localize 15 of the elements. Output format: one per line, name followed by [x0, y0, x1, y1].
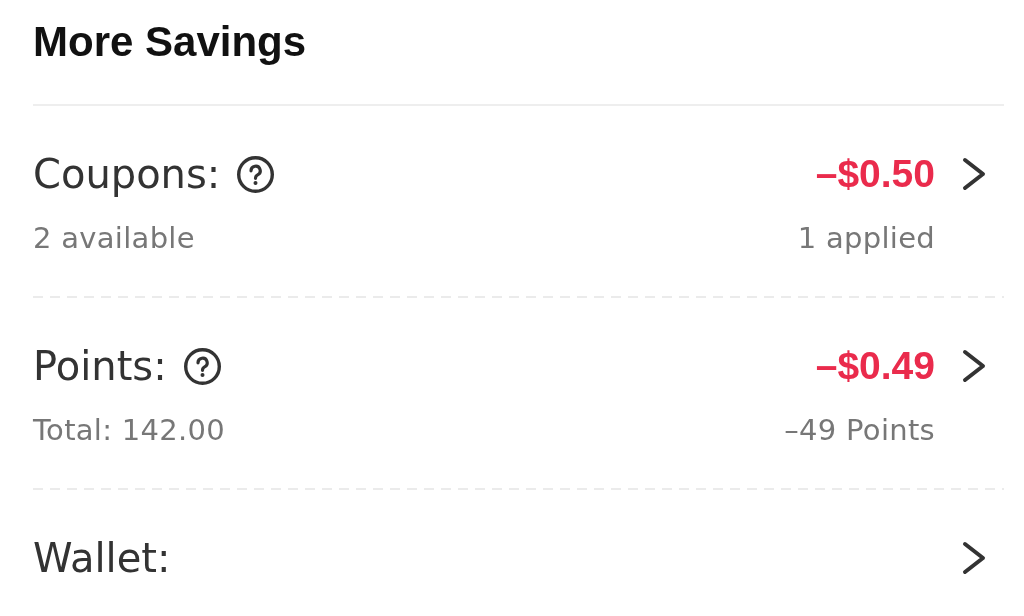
section-title: More Savings: [33, 17, 307, 67]
discount-amount: –$0.49: [815, 343, 935, 389]
row-label: Coupons:: [33, 150, 221, 199]
help-icon[interactable]: [183, 347, 221, 385]
row-label: Wallet:: [33, 534, 171, 583]
chevron-right-icon[interactable]: [962, 349, 986, 383]
row-detail: 1 applied: [797, 220, 935, 257]
row-label: Points:: [33, 342, 167, 391]
chevron-right-icon[interactable]: [962, 157, 986, 191]
help-icon[interactable]: [237, 155, 275, 193]
discount-amount: –$0.50: [815, 151, 935, 197]
chevron-right-icon[interactable]: [962, 541, 986, 575]
row-detail: Total: 142.00: [33, 412, 226, 449]
row-detail: 2 available: [33, 220, 195, 257]
row-detail: –49 Points: [784, 412, 935, 449]
